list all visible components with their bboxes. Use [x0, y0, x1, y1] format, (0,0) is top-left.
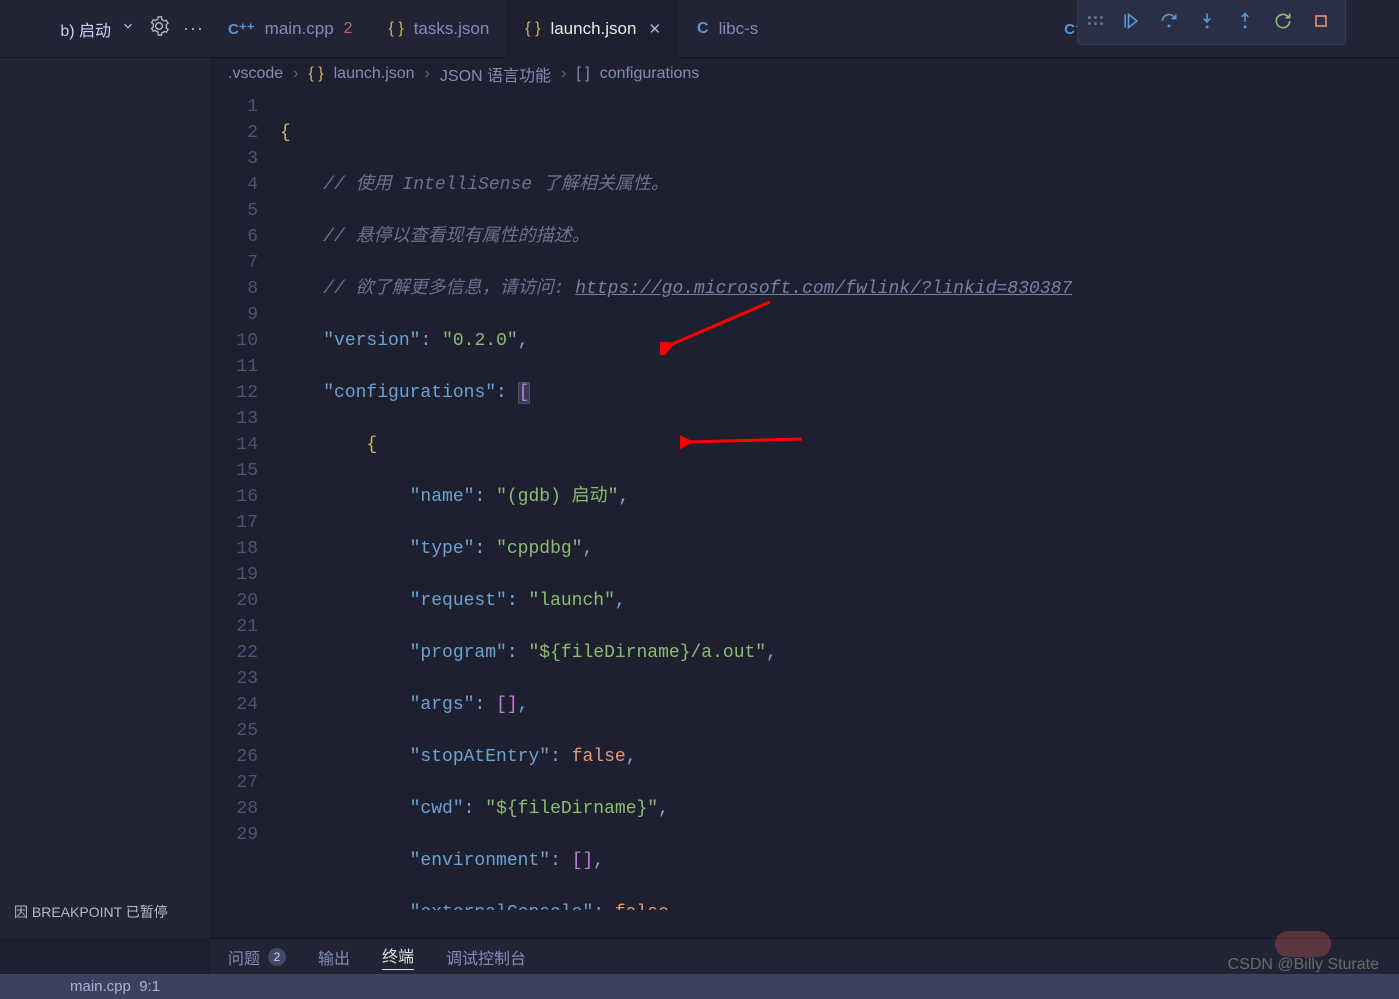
- status-bar: main.cpp 9:1: [0, 974, 1399, 999]
- chevron-right-icon: ›: [425, 65, 430, 83]
- watermark: CSDN @Billy Sturate: [1228, 956, 1379, 974]
- watermark-pill: [1275, 931, 1331, 957]
- step-into-button[interactable]: [1189, 3, 1225, 39]
- main-area: .vscode › { } launch.json › JSON 语言功能 › …: [210, 58, 1399, 938]
- tab-label: launch.json: [550, 19, 636, 39]
- top-bar: b) 启动 ··· C⁺⁺ main.cpp 2 { } tasks.json …: [0, 0, 1399, 58]
- tab-launch-json[interactable]: { } launch.json ✕: [507, 0, 679, 58]
- close-icon[interactable]: ✕: [648, 20, 661, 38]
- debug-toolbar: [1077, 0, 1346, 45]
- problems-count: 2: [268, 948, 286, 966]
- bottom-panel: 问题 2 输出 终端 调试控制台: [210, 938, 1399, 974]
- panel-tab-debugconsole[interactable]: 调试控制台: [446, 945, 526, 969]
- chevron-right-icon: ›: [293, 65, 298, 83]
- json-icon: { }: [389, 20, 404, 38]
- panel-tab-terminal[interactable]: 终端: [382, 943, 414, 970]
- grip-handle[interactable]: [1084, 16, 1107, 25]
- editor[interactable]: 12345 678910 1112131415 1617181920 21222…: [210, 90, 1399, 910]
- array-icon: [ ]: [576, 65, 589, 83]
- side-panel: 因 BREAKPOINT 已暂停: [0, 58, 210, 938]
- c-icon: C: [697, 20, 709, 38]
- breadcrumb[interactable]: .vscode › { } launch.json › JSON 语言功能 › …: [210, 58, 1399, 90]
- breadcrumb-path: configurations: [600, 65, 700, 83]
- json-icon: { }: [308, 65, 323, 83]
- chevron-down-icon[interactable]: [121, 19, 135, 38]
- gutter: 12345 678910 1112131415 1617181920 21222…: [210, 90, 280, 910]
- json-icon: { }: [525, 20, 540, 38]
- tab-label: tasks.json: [414, 19, 490, 39]
- chevron-right-icon: ›: [561, 65, 566, 83]
- step-over-button[interactable]: [1151, 3, 1187, 39]
- breadcrumb-folder: .vscode: [228, 65, 283, 83]
- tab-libc[interactable]: C libc-s: [679, 0, 776, 58]
- tab-label: libc-s: [719, 19, 759, 39]
- restart-button[interactable]: [1265, 3, 1301, 39]
- status-file[interactable]: main.cpp 9:1: [60, 978, 170, 995]
- stop-button[interactable]: [1303, 3, 1339, 39]
- tab-label: main.cpp: [265, 19, 334, 39]
- tab-tasks-json[interactable]: { } tasks.json: [371, 0, 508, 58]
- code-content[interactable]: { // 使用 IntelliSense 了解相关属性。 // 悬停以查看现有属…: [280, 90, 1399, 910]
- breadcrumb-lang: JSON 语言功能: [440, 62, 551, 86]
- debug-config[interactable]: b) 启动 ···: [0, 16, 210, 41]
- gear-icon[interactable]: [149, 16, 169, 41]
- continue-button[interactable]: [1113, 3, 1149, 39]
- debug-config-name: b) 启动: [60, 17, 111, 41]
- tab-dirty-indicator: 2: [344, 20, 353, 38]
- tabs: C⁺⁺ main.cpp 2 { } tasks.json { } launch…: [210, 0, 1399, 58]
- step-out-button[interactable]: [1227, 3, 1263, 39]
- panel-tab-output[interactable]: 输出: [318, 945, 350, 969]
- breadcrumb-file: launch.json: [334, 65, 415, 83]
- tab-main-cpp[interactable]: C⁺⁺ main.cpp 2: [210, 0, 371, 58]
- more-icon[interactable]: ···: [183, 18, 204, 39]
- cpp-icon: C⁺⁺: [228, 20, 255, 38]
- panel-tab-problems[interactable]: 问题 2: [228, 945, 286, 969]
- paused-status: 因 BREAKPOINT 已暂停: [14, 902, 168, 922]
